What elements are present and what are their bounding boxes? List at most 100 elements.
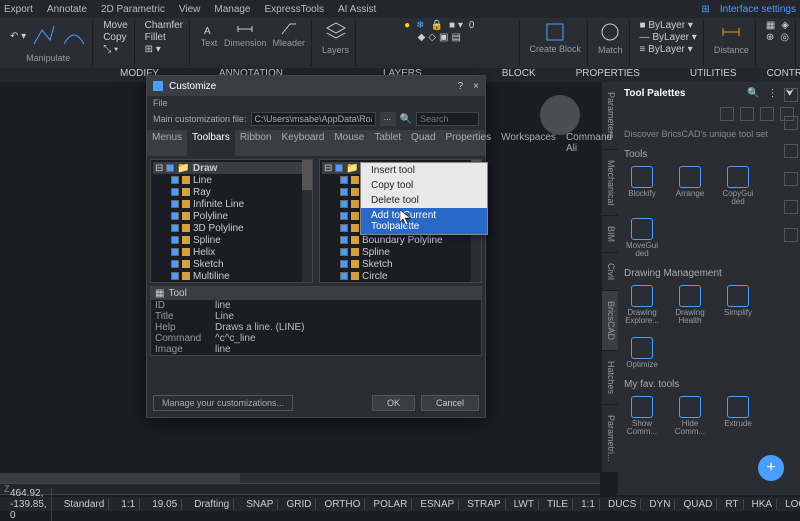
- tree-item[interactable]: Multiline: [153, 270, 310, 282]
- command-line[interactable]: Z: [0, 483, 600, 495]
- menu-expresstools[interactable]: ExpressTools: [265, 4, 324, 15]
- tree-item[interactable]: Spline: [322, 246, 479, 258]
- tree-item[interactable]: Sketch: [153, 258, 310, 270]
- tree-item[interactable]: Circle Center-Radius: [322, 282, 479, 283]
- layer-color[interactable]: ■ ▾: [449, 20, 463, 31]
- tree-item[interactable]: Helix: [153, 246, 310, 258]
- right-icon-4[interactable]: [784, 172, 798, 186]
- linetype-bylayer[interactable]: — ByLayer ▾: [640, 32, 697, 43]
- tree-item[interactable]: Polyline: [153, 210, 310, 222]
- cancel-button[interactable]: Cancel: [421, 395, 479, 411]
- undo-icon[interactable]: ↶ ▾: [10, 31, 26, 42]
- tree-header[interactable]: ⊟📁Draw: [153, 162, 310, 174]
- palette-tool-drawingexplorer[interactable]: Drawing Explore...: [624, 285, 660, 325]
- control-2[interactable]: ◈: [781, 20, 789, 31]
- tree-item[interactable]: Line: [153, 174, 310, 186]
- palette-tool-showcomm[interactable]: Show Comm...: [624, 396, 660, 436]
- copy-button[interactable]: Copy: [103, 32, 127, 43]
- dialog-tab-quad[interactable]: Quad: [406, 130, 440, 156]
- status-flag-dyn[interactable]: DYN: [645, 499, 675, 510]
- palette-tool-extrude[interactable]: Extrude: [720, 396, 756, 436]
- status-flag-lwt[interactable]: LWT: [510, 499, 539, 510]
- status-flag-strap[interactable]: STRAP: [463, 499, 505, 510]
- tree-item[interactable]: Ray: [153, 186, 310, 198]
- status-flag-1:1[interactable]: 1:1: [577, 499, 600, 510]
- dialog-tab-menus[interactable]: Menus: [147, 130, 187, 156]
- dialog-tab-keyboard[interactable]: Keyboard: [277, 130, 330, 156]
- dialog-close-button[interactable]: ×: [473, 81, 479, 92]
- tree-item[interactable]: Sketch: [322, 258, 479, 270]
- right-icon-1[interactable]: [784, 88, 798, 102]
- view-large-icons[interactable]: [720, 107, 734, 121]
- right-icon-5[interactable]: [784, 200, 798, 214]
- status-flag-lockui[interactable]: LOCKUI: [781, 499, 800, 510]
- status-flag-snap[interactable]: SNAP: [242, 499, 278, 510]
- tab-civil[interactable]: Civil: [602, 253, 618, 291]
- view-small-icons[interactable]: [740, 107, 754, 121]
- tab-control[interactable]: CONTROL: [767, 68, 800, 82]
- dialog-tab-command ali[interactable]: Command Ali: [561, 130, 617, 156]
- right-icon-3[interactable]: [784, 144, 798, 158]
- dialog-tab-toolbars[interactable]: Toolbars: [187, 130, 235, 156]
- view-compass[interactable]: [540, 95, 580, 135]
- interface-settings-link[interactable]: Interface settings: [720, 4, 796, 15]
- menu-annotate[interactable]: Annotate: [47, 4, 87, 15]
- status-flag-hka[interactable]: HKA: [748, 499, 778, 510]
- move-button[interactable]: Move: [103, 20, 127, 31]
- dialog-help-button[interactable]: ?: [458, 81, 464, 92]
- tool-property-row[interactable]: Command^c^c_line: [151, 333, 481, 344]
- tree-left[interactable]: ⊟📁DrawLineRayInfinite LinePolyline3D Pol…: [150, 159, 313, 283]
- menu-icon[interactable]: ⋮: [768, 88, 778, 99]
- right-icon-2[interactable]: [784, 116, 798, 130]
- status-flag-grid[interactable]: GRID: [282, 499, 316, 510]
- tab-hatches[interactable]: Hatches: [602, 351, 618, 405]
- status-flag-polar[interactable]: POLAR: [369, 499, 412, 510]
- layer-tool-4[interactable]: ▤: [451, 32, 460, 43]
- control-4[interactable]: ◎: [780, 32, 789, 43]
- tree-item[interactable]: [153, 282, 310, 283]
- mleader-icon[interactable]: [280, 20, 298, 38]
- view-list[interactable]: [760, 107, 774, 121]
- palette-tool-simplify[interactable]: Simplify: [720, 285, 756, 325]
- control-3[interactable]: ⊕: [766, 32, 774, 43]
- search-icon[interactable]: 🔍: [747, 88, 759, 99]
- dialog-tab-tablet[interactable]: Tablet: [369, 130, 406, 156]
- browse-button[interactable]: ...: [380, 112, 396, 126]
- menu-export[interactable]: Export: [4, 4, 33, 15]
- status-flag-quad[interactable]: QUAD: [679, 499, 717, 510]
- right-icon-6[interactable]: [784, 228, 798, 242]
- layer-tool-2[interactable]: ◇: [428, 32, 436, 43]
- dialog-file-menu[interactable]: File: [147, 96, 485, 108]
- lineweight-bylayer[interactable]: ≡ ByLayer ▾: [640, 44, 697, 55]
- palette-tool-hidecomm[interactable]: Hide Comm...: [672, 396, 708, 436]
- dialog-tab-ribbon[interactable]: Ribbon: [235, 130, 277, 156]
- layer-tool-3[interactable]: ▣: [439, 32, 448, 43]
- search-input[interactable]: [416, 112, 479, 126]
- path-input[interactable]: [251, 112, 376, 126]
- palette-tool-blockify[interactable]: Blockify: [624, 166, 660, 206]
- palette-tool-moveguided[interactable]: MoveGui ded: [624, 218, 660, 258]
- tab-block[interactable]: BLOCK: [502, 68, 536, 82]
- ok-button[interactable]: OK: [372, 395, 415, 411]
- horizontal-scrollbar[interactable]: ▸: [0, 473, 600, 483]
- stretch-icon[interactable]: ⤡ ▾: [103, 44, 127, 55]
- context-item-insert-tool[interactable]: Insert tool: [361, 163, 487, 178]
- status-flag-esnap[interactable]: ESNAP: [416, 499, 459, 510]
- context-item-add-to-current-toolpalette[interactable]: Add to Current Toolpalette: [361, 208, 487, 234]
- dimension-icon[interactable]: [236, 20, 254, 38]
- tree-item[interactable]: Infinite Line: [153, 198, 310, 210]
- tree-left-scrollbar[interactable]: [302, 160, 312, 282]
- control-1[interactable]: ▦: [766, 20, 775, 31]
- manage-customizations-button[interactable]: Manage your customizations...: [153, 395, 293, 411]
- distance-icon[interactable]: [719, 20, 743, 44]
- status-flag-rt[interactable]: RT: [721, 499, 743, 510]
- tab-mechanical[interactable]: Mechanical: [602, 150, 618, 217]
- menu-ai-assist[interactable]: AI Assist: [338, 4, 376, 15]
- create-block-icon[interactable]: [543, 20, 567, 44]
- tree-item[interactable]: Circle: [322, 270, 479, 282]
- layer-0[interactable]: 0: [469, 20, 475, 31]
- tree-item[interactable]: Spline: [153, 234, 310, 246]
- tab-parametric[interactable]: Parametri...: [602, 405, 618, 473]
- text-icon[interactable]: A: [200, 20, 218, 38]
- context-item-delete-tool[interactable]: Delete tool: [361, 193, 487, 208]
